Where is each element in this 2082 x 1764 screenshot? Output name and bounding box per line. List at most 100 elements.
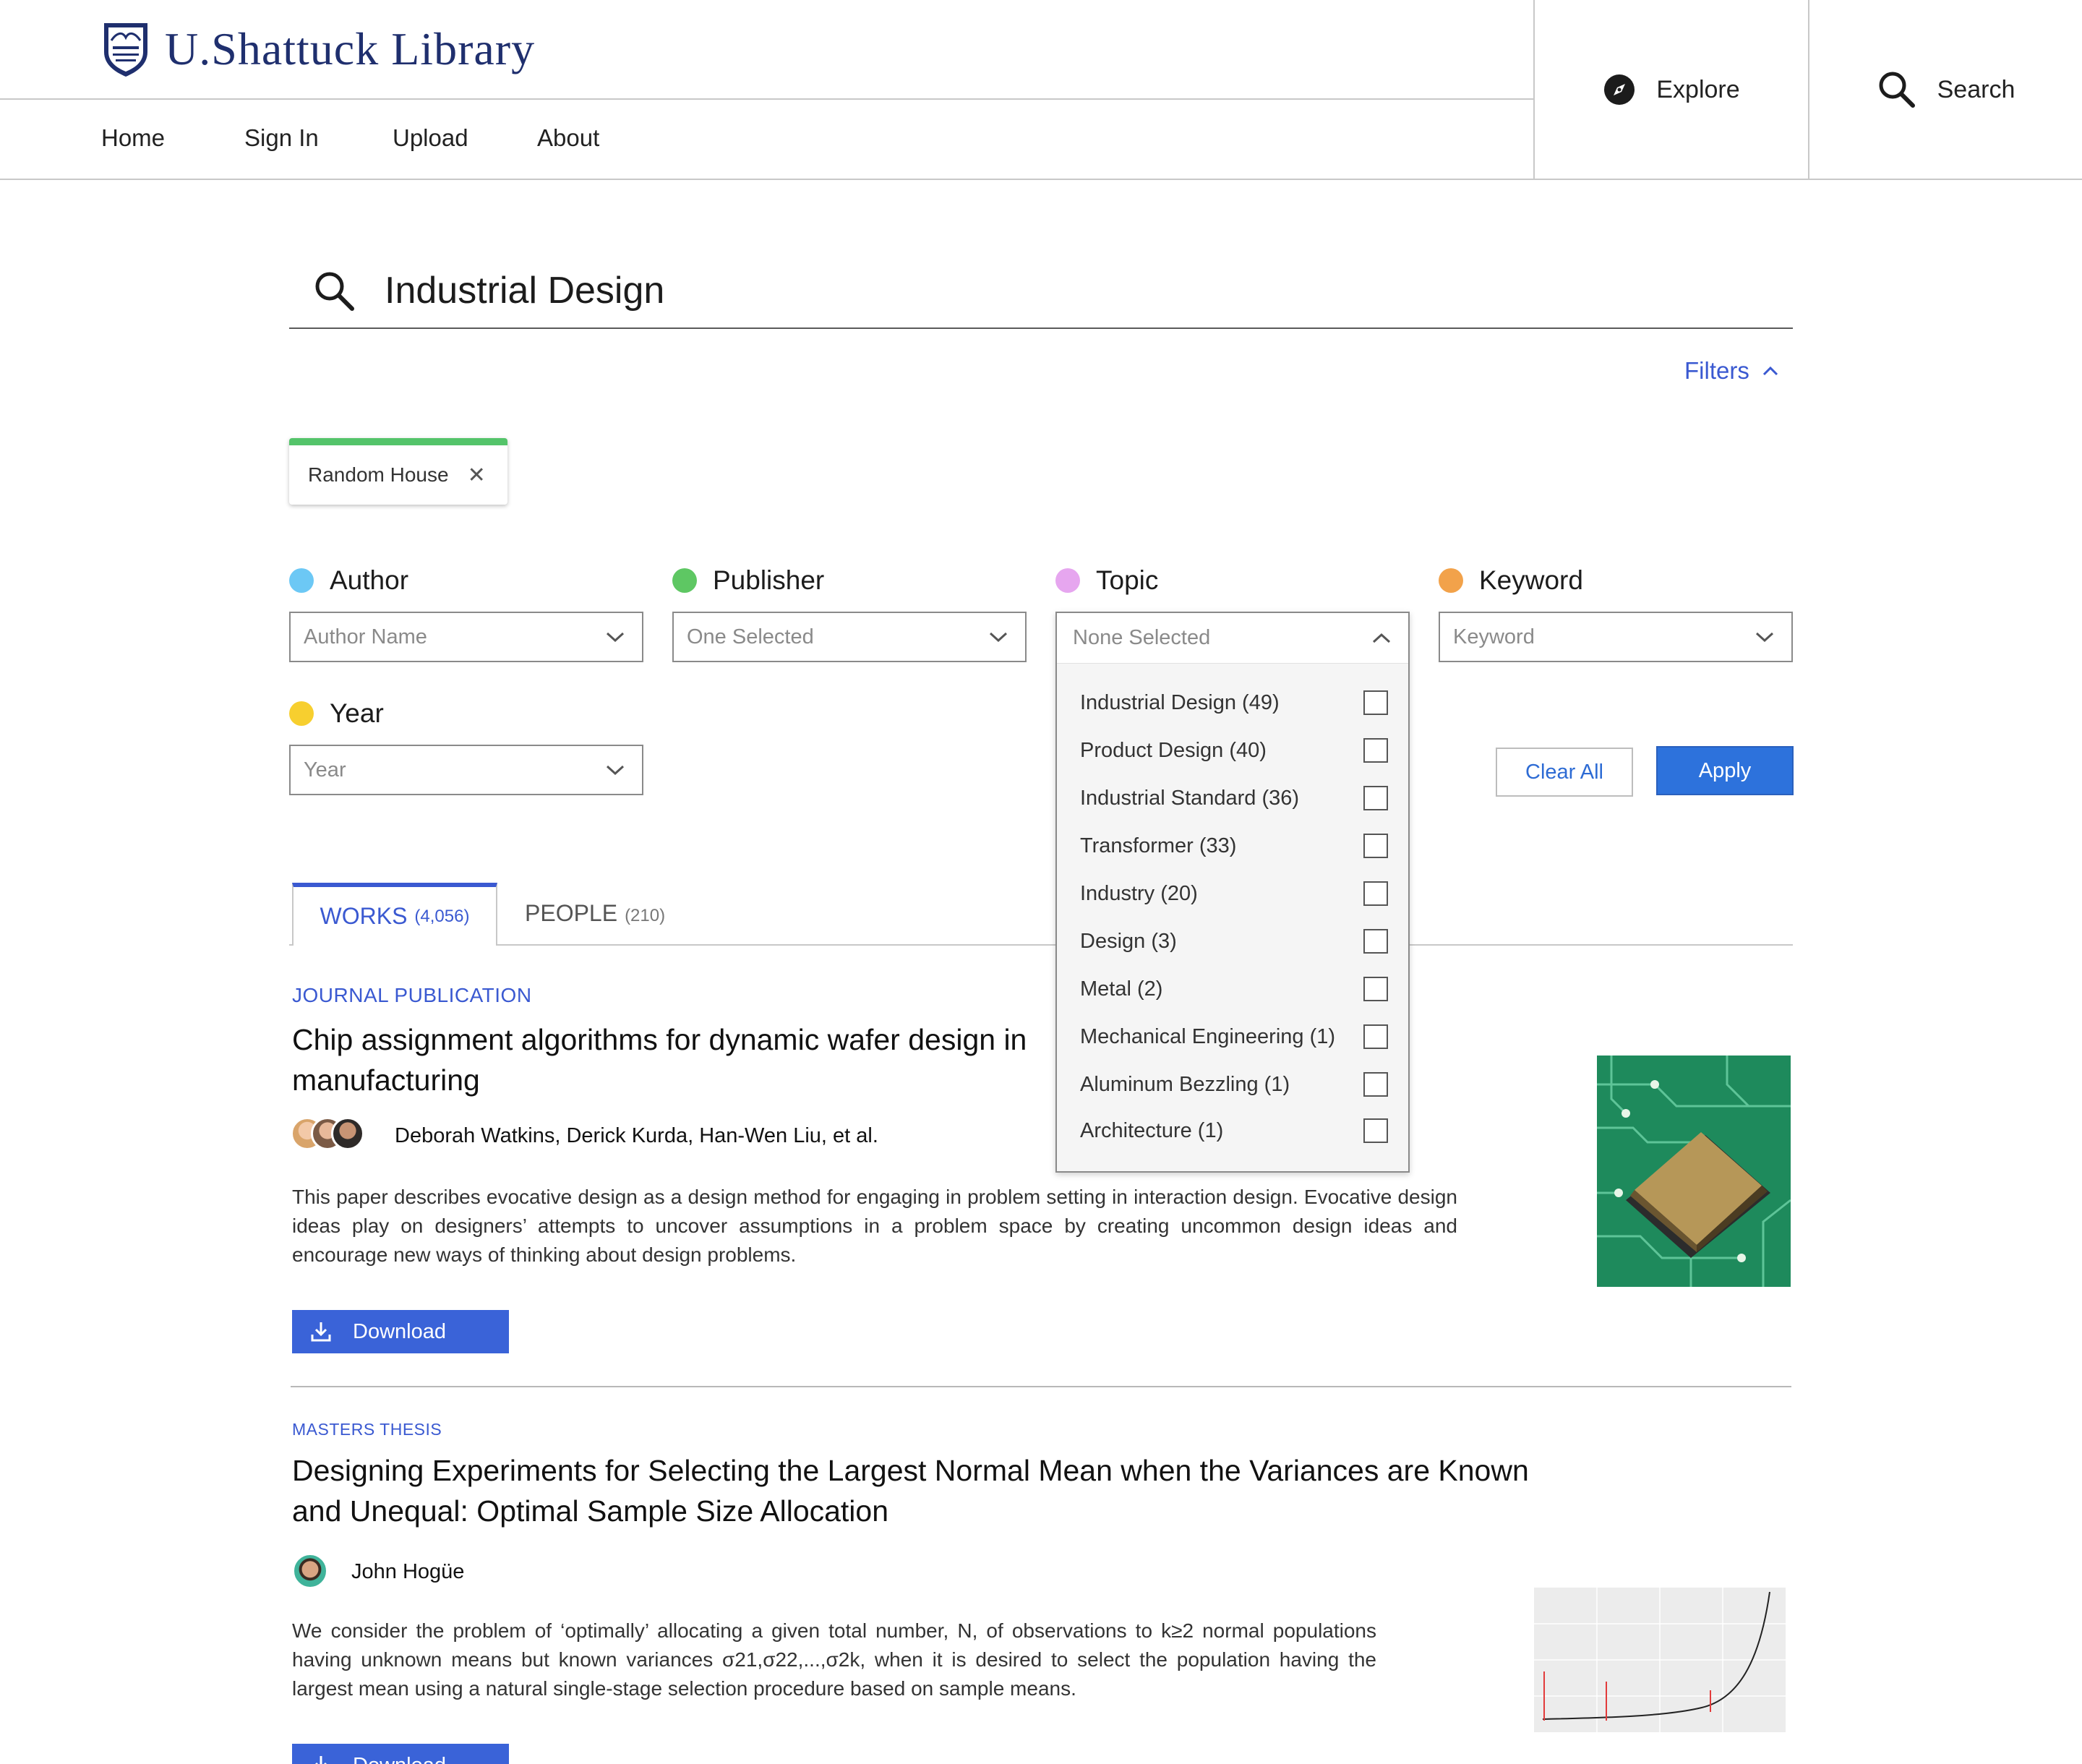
author-select-value: Author Name <box>304 625 427 648</box>
topic-option[interactable]: Architecture (1) <box>1080 1116 1388 1145</box>
topic-option[interactable]: Industrial Standard (36) <box>1080 784 1388 813</box>
search-underline <box>289 327 1793 329</box>
topic-select-value: None Selected <box>1073 626 1211 649</box>
filter-label-text: Year <box>330 698 384 728</box>
topic-select[interactable]: None Selected <box>1057 613 1408 664</box>
nav-home[interactable]: Home <box>101 124 165 152</box>
tab-people[interactable]: PEOPLE (210) <box>525 900 665 927</box>
result-divider <box>291 1386 1791 1387</box>
topic-option[interactable]: Mechanical Engineering (1) <box>1080 1022 1388 1051</box>
topic-dropdown: None Selected Industrial Design (49) Pro… <box>1055 612 1410 1173</box>
keyword-select[interactable]: Keyword <box>1439 612 1793 662</box>
filter-keyword-label: Keyword <box>1439 565 1583 596</box>
keyword-dot-icon <box>1439 568 1463 593</box>
download-icon <box>311 1322 331 1342</box>
tab-works[interactable]: WORKS (4,056) <box>292 883 497 946</box>
checkbox[interactable] <box>1363 881 1388 906</box>
plot-thumbnail-image[interactable] <box>1521 1583 1793 1739</box>
download-label: Download <box>353 1319 446 1343</box>
result-authors[interactable]: John Hogüe <box>351 1560 464 1584</box>
topic-option-label: Industrial Design (49) <box>1080 690 1280 714</box>
chevron-down-icon <box>606 765 625 776</box>
topic-option-label: Mechanical Engineering (1) <box>1080 1024 1336 1048</box>
checkbox[interactable] <box>1363 786 1388 810</box>
explore-button[interactable]: Explore <box>1535 0 1808 179</box>
header-search-button[interactable]: Search <box>1809 0 2082 179</box>
filter-label-text: Author <box>330 565 409 595</box>
topic-option-label: Industry (20) <box>1080 881 1198 905</box>
publisher-select[interactable]: One Selected <box>672 612 1027 662</box>
keyword-select-value: Keyword <box>1453 625 1535 648</box>
author-dot-icon <box>289 568 314 593</box>
result-title-line1[interactable]: Chip assignment algorithms for dynamic w… <box>292 1019 1027 1060</box>
filter-topic-label: Topic <box>1055 565 1158 596</box>
brand-name: U.Shattuck Library <box>165 23 536 74</box>
filters-toggle[interactable]: Filters <box>1684 357 1778 385</box>
result-title-line2[interactable]: manufacturing <box>292 1060 480 1100</box>
apply-button[interactable]: Apply <box>1656 746 1794 795</box>
author-select[interactable]: Author Name <box>289 612 643 662</box>
topic-option-label: Architecture (1) <box>1080 1118 1224 1142</box>
year-dot-icon <box>289 701 314 726</box>
search-icon <box>1879 72 1915 108</box>
search-icon <box>315 272 354 311</box>
filter-label-text: Topic <box>1096 565 1159 595</box>
filter-author-label: Author <box>289 565 408 596</box>
result-type: MASTERS THESIS <box>292 1420 442 1439</box>
download-button[interactable]: Download <box>292 1744 509 1764</box>
topic-option[interactable]: Design (3) <box>1080 927 1388 956</box>
search-input[interactable]: Industrial Design <box>385 269 664 312</box>
filters-toggle-label: Filters <box>1684 357 1749 384</box>
tab-people-label: PEOPLE <box>525 900 618 926</box>
year-select[interactable]: Year <box>289 745 643 795</box>
topic-option[interactable]: Transformer (33) <box>1080 831 1388 860</box>
result-title-line2[interactable]: and Unequal: Optimal Sample Size Allocat… <box>292 1491 888 1531</box>
checkbox[interactable] <box>1363 690 1388 715</box>
year-select-value: Year <box>304 758 346 782</box>
chip-thumbnail-image[interactable] <box>1597 1056 1791 1287</box>
topic-option-label: Transformer (33) <box>1080 834 1237 857</box>
checkbox[interactable] <box>1363 834 1388 858</box>
topic-option[interactable]: Aluminum Bezzling (1) <box>1080 1070 1388 1099</box>
checkbox[interactable] <box>1363 1024 1388 1049</box>
avatar <box>292 1553 328 1589</box>
nav-upload[interactable]: Upload <box>393 124 468 152</box>
publisher-dot-icon <box>672 568 697 593</box>
logo[interactable]: U.Shattuck Library <box>101 20 535 78</box>
topic-option[interactable]: Industry (20) <box>1080 879 1388 908</box>
result-type: JOURNAL PUBLICATION <box>292 984 532 1006</box>
filter-label-text: Keyword <box>1479 565 1583 595</box>
tab-people-count: (210) <box>625 906 666 925</box>
chevron-up-icon <box>1762 366 1778 376</box>
nav-about[interactable]: About <box>537 124 599 152</box>
header-divider <box>0 98 1534 100</box>
checkbox[interactable] <box>1363 977 1388 1001</box>
result-title-line1[interactable]: Designing Experiments for Selecting the … <box>292 1450 1529 1491</box>
explore-label: Explore <box>1656 75 1740 103</box>
nav-sign-in[interactable]: Sign In <box>244 124 319 152</box>
tab-works-count: (4,056) <box>414 906 470 926</box>
tab-works-label: WORKS <box>320 903 408 929</box>
author-avatars <box>291 1117 370 1155</box>
active-filter-chip: Random House ✕ <box>289 438 507 505</box>
topic-option[interactable]: Industrial Design (49) <box>1080 688 1388 717</box>
result-authors[interactable]: Deborah Watkins, Derick Kurda, Han-Wen L… <box>395 1124 878 1148</box>
checkbox[interactable] <box>1363 738 1388 763</box>
download-button[interactable]: Download <box>292 1310 509 1353</box>
checkbox[interactable] <box>1363 1118 1388 1143</box>
topic-option-label: Design (3) <box>1080 929 1177 953</box>
tabs-underline <box>289 944 1793 946</box>
topic-option[interactable]: Product Design (40) <box>1080 736 1388 765</box>
download-icon <box>315 1756 327 1764</box>
topic-option-label: Industrial Standard (36) <box>1080 786 1300 810</box>
topic-option-label: Metal (2) <box>1080 977 1163 1001</box>
close-icon[interactable]: ✕ <box>468 463 486 488</box>
checkbox[interactable] <box>1363 929 1388 954</box>
clear-all-button[interactable]: Clear All <box>1496 748 1633 797</box>
avatar <box>331 1117 364 1150</box>
checkbox[interactable] <box>1363 1072 1388 1097</box>
search-label: Search <box>1937 75 2015 103</box>
chevron-up-icon <box>1372 633 1391 643</box>
topic-option[interactable]: Metal (2) <box>1080 975 1388 1003</box>
chevron-down-icon <box>1755 632 1774 643</box>
